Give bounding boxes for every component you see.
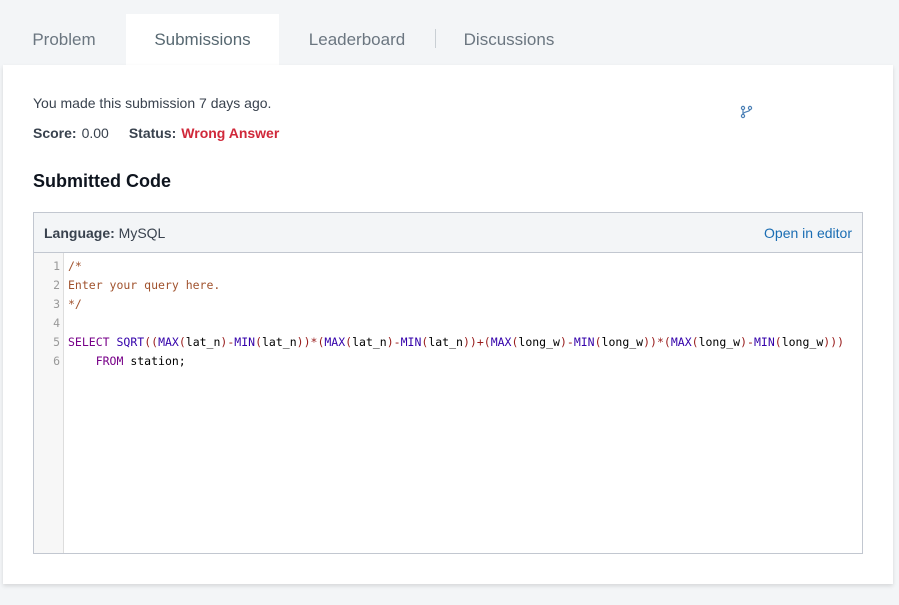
line-number: 3 xyxy=(53,297,60,311)
language-indicator: Language: MySQL xyxy=(44,225,165,241)
code-viewer: Language: MySQL Open in editor 1 2 3 4 5… xyxy=(33,212,863,554)
status-value: Wrong Answer xyxy=(181,125,280,141)
tab-leaderboard[interactable]: Leaderboard xyxy=(279,14,435,65)
submission-panel: You made this submission 7 days ago. Sco… xyxy=(3,65,893,584)
status-row: Score: 0.00 Status: Wrong Answer xyxy=(33,125,279,141)
tab-bar: Problem Submissions Leaderboard Discussi… xyxy=(3,14,893,65)
line-number-gutter: 1 2 3 4 5 6 xyxy=(34,253,64,553)
submission-note: You made this submission 7 days ago. xyxy=(33,95,272,111)
tab-discussions[interactable]: Discussions xyxy=(436,14,582,65)
code-line: Enter your query here. xyxy=(68,278,221,292)
language-value: MySQL xyxy=(118,225,166,241)
line-number: 5 xyxy=(53,335,60,349)
score-value: 0.00 xyxy=(81,125,109,141)
score-label: Score: xyxy=(33,125,77,141)
language-label: Language: xyxy=(44,225,115,241)
line-number: 4 xyxy=(53,316,60,330)
fork-icon[interactable] xyxy=(740,105,754,119)
code-line: SELECT SQRT((MAX(lat_n)-MIN(lat_n))*(MAX… xyxy=(68,335,845,349)
code-line: */ xyxy=(68,297,82,311)
status-label: Status: xyxy=(128,125,177,141)
line-number: 2 xyxy=(53,278,60,292)
tab-submissions[interactable]: Submissions xyxy=(126,14,279,65)
submitted-code-heading: Submitted Code xyxy=(33,171,171,191)
code-editor[interactable]: 1 2 3 4 5 6 /* Enter your query here. */… xyxy=(34,253,862,553)
code-line: /* xyxy=(68,259,82,273)
line-number: 1 xyxy=(53,259,60,273)
code-line: FROM station; xyxy=(95,354,186,368)
code-header: Language: MySQL Open in editor xyxy=(34,213,862,253)
tab-problem[interactable]: Problem xyxy=(3,14,125,65)
line-number: 6 xyxy=(53,354,60,368)
open-in-editor-link[interactable]: Open in editor xyxy=(764,225,852,241)
